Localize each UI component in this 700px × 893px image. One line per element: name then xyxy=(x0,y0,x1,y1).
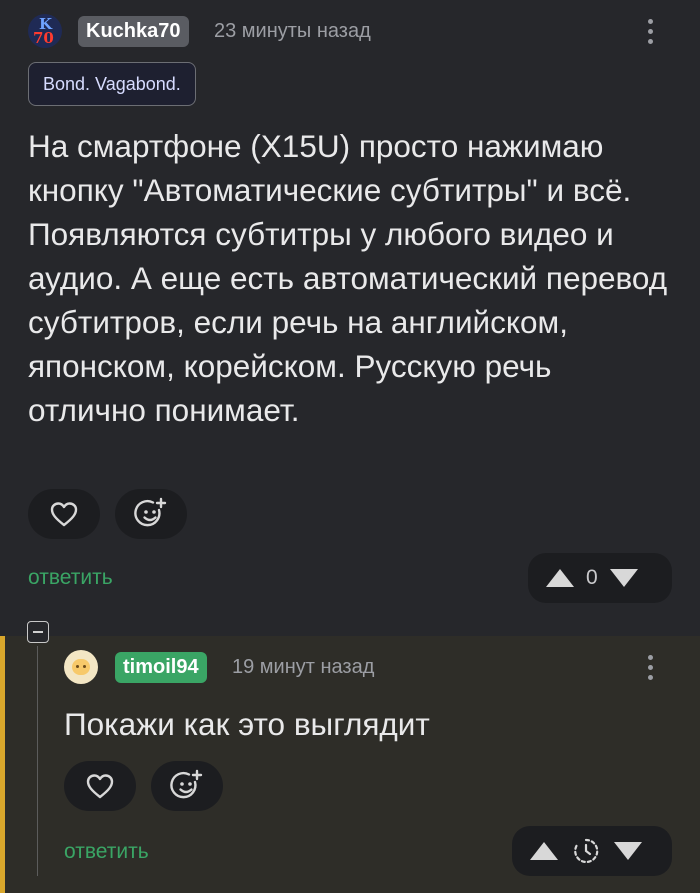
comment-time: 19 минут назад xyxy=(232,656,375,678)
triangle-up-icon[interactable] xyxy=(528,840,560,862)
author-badge[interactable]: timoil94 xyxy=(115,652,207,683)
react-button[interactable] xyxy=(115,489,187,539)
reply-link[interactable]: ответить xyxy=(64,840,149,864)
clock-icon xyxy=(574,838,599,864)
react-button[interactable] xyxy=(151,761,223,811)
vote-control xyxy=(512,826,672,876)
minus-square-icon[interactable] xyxy=(27,621,49,643)
emoji-add-icon xyxy=(170,769,203,799)
comment-text: На смартфоне (X15U) просто нажимаю кнопк… xyxy=(28,128,668,428)
avatar[interactable] xyxy=(64,650,98,684)
triangle-down-icon[interactable] xyxy=(612,840,644,862)
reply-link[interactable]: ответить xyxy=(28,566,113,590)
comment-text: Покажи как это выглядит xyxy=(64,706,430,742)
comment-time: 23 минуты назад xyxy=(214,20,371,42)
thread-highlight-bar xyxy=(0,636,5,893)
avatar-number: 70 xyxy=(33,29,54,47)
rating-count: 0 xyxy=(586,566,598,589)
emoji-add-icon xyxy=(134,497,167,527)
kebab-icon[interactable] xyxy=(648,655,654,685)
avatar[interactable]: K 70 xyxy=(28,14,62,48)
heart-icon xyxy=(86,774,114,799)
heart-icon xyxy=(50,502,78,527)
user-tag[interactable]: Bond. Vagabond. xyxy=(28,62,196,106)
triangle-down-icon[interactable] xyxy=(608,567,640,589)
vote-control: 0 xyxy=(528,553,672,603)
thread-line[interactable] xyxy=(37,646,38,876)
like-button[interactable] xyxy=(28,489,100,539)
kebab-icon[interactable] xyxy=(648,19,654,49)
like-button[interactable] xyxy=(64,761,136,811)
author-badge[interactable]: Kuchka70 xyxy=(78,16,189,47)
triangle-up-icon[interactable] xyxy=(544,567,576,589)
